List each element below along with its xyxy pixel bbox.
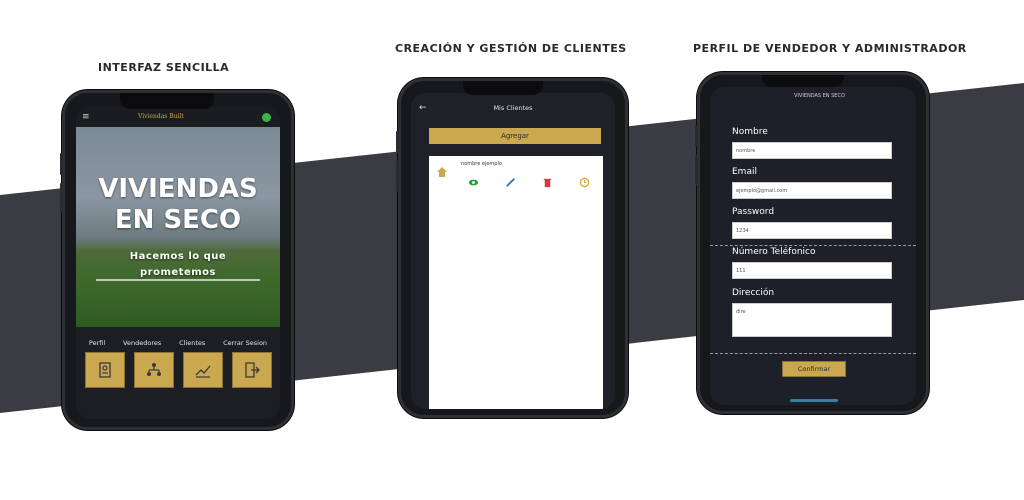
phone-side-button — [60, 153, 63, 175]
phone-notch — [463, 81, 543, 95]
app-logo: VIVIENDAS EN SECO — [794, 93, 845, 99]
view-button[interactable] — [467, 176, 479, 188]
client-actions — [467, 176, 591, 188]
status-dot-icon — [262, 113, 271, 122]
menu-icon[interactable]: ≡ — [82, 112, 90, 122]
house-icon — [437, 167, 447, 177]
name-field[interactable]: nombre — [732, 142, 892, 159]
nav-label-clients: Clientes — [179, 339, 206, 347]
eye-icon — [468, 179, 478, 185]
section-divider — [710, 353, 916, 354]
history-button[interactable] — [579, 176, 591, 188]
email-field[interactable]: ejemplo@gmail.com — [732, 182, 892, 199]
phone-side-button — [695, 155, 698, 185]
phone-side-button — [695, 125, 698, 147]
top-bar: ≡ Viviendas Built — [76, 107, 280, 127]
hero-title-line1: VIVIENDAS — [98, 174, 258, 204]
hero-banner: VIVIENDAS EN SECO Hacemos lo que promete… — [76, 127, 280, 327]
address-label: Dirección — [732, 288, 775, 298]
clients-icon — [195, 365, 210, 378]
app-logo: Viviendas Built — [138, 113, 184, 120]
clients-button[interactable] — [182, 352, 223, 388]
hero-subtitle-line2: prometemos — [140, 267, 216, 278]
caption-client-management: CREACIÓN Y GESTIÓN DE CLIENTES — [395, 42, 627, 55]
email-label: Email — [732, 167, 757, 177]
address-field[interactable]: dire — [732, 303, 892, 337]
hero-subtitle-line1: Hacemos lo que — [129, 251, 227, 262]
home-indicator — [790, 399, 838, 402]
sellers-button[interactable] — [133, 352, 174, 388]
trash-icon — [543, 178, 552, 187]
edit-button[interactable] — [504, 176, 516, 188]
phone-notch — [762, 75, 844, 87]
phone-side-button — [396, 131, 399, 153]
phone-field[interactable]: 111 — [732, 262, 892, 279]
clock-icon — [580, 177, 590, 187]
phone-side-button — [60, 183, 63, 213]
sellers-icon — [146, 363, 161, 376]
phone-notch — [120, 93, 214, 109]
profile-screen: VIVIENDAS EN SECO Nombre nombre Email ej… — [710, 87, 916, 405]
nav-area: Perfil Vendedores Clientes Cerrar Sesion — [76, 327, 280, 419]
phone-profile-screen: VIVIENDAS EN SECO Nombre nombre Email ej… — [695, 72, 929, 414]
logout-button[interactable] — [231, 352, 272, 388]
confirm-button[interactable]: Confirmar — [782, 361, 846, 377]
logout-icon — [244, 362, 260, 378]
password-field[interactable]: 1234 — [732, 222, 892, 239]
nav-labels: Perfil Vendedores Clientes Cerrar Sesion — [80, 339, 276, 347]
hero-divider — [96, 279, 260, 281]
nav-label-sellers: Vendedores — [123, 339, 162, 347]
profile-icon — [98, 362, 111, 378]
nav-label-profile: Perfil — [88, 339, 106, 347]
profile-button[interactable] — [84, 352, 125, 388]
showcase-stage: INTERFAZ SENCILLA CREACIÓN Y GESTIÓN DE … — [0, 0, 1024, 500]
name-label: Nombre — [732, 127, 768, 137]
nav-buttons — [80, 352, 276, 388]
pencil-icon — [506, 177, 515, 187]
phone-side-button — [396, 161, 399, 191]
clients-screen: ← Mis Clientes Agregar nombre ejemplo — [411, 93, 615, 409]
delete-button[interactable] — [542, 176, 554, 188]
caption-seller-admin-profile: PERFIL DE VENDEDOR Y ADMINISTRADOR — [693, 42, 967, 55]
password-label: Password — [732, 207, 775, 217]
phone-clients-screen: ← Mis Clientes Agregar nombre ejemplo — [396, 78, 628, 418]
caption-simple-interface: INTERFAZ SENCILLA — [98, 61, 230, 74]
client-name: nombre ejemplo — [461, 161, 502, 167]
hero-title-line2: EN SECO — [114, 205, 242, 235]
add-client-button[interactable]: Agregar — [429, 128, 601, 144]
home-screen: ≡ Viviendas Built VIVIENDAS EN SECO Hace… — [76, 107, 280, 419]
clients-list: nombre ejemplo — [429, 156, 603, 409]
nav-label-logout: Cerrar Sesion — [223, 339, 268, 347]
screen-title: Mis Clientes — [493, 104, 533, 112]
phone-home-screen: ≡ Viviendas Built VIVIENDAS EN SECO Hace… — [60, 90, 294, 430]
phone-label: Número Teléfonico — [732, 247, 816, 257]
section-divider — [710, 245, 916, 246]
